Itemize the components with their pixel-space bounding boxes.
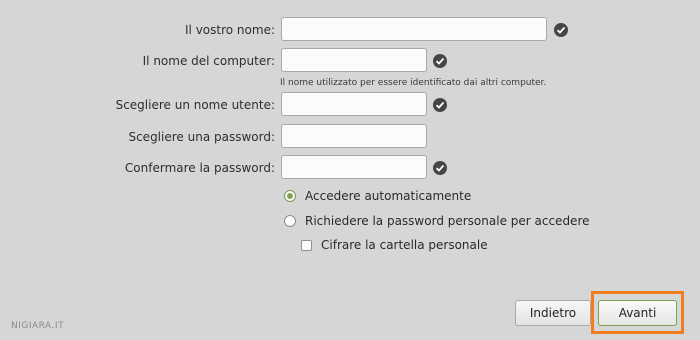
next-button-highlight <box>591 291 684 334</box>
require-password-radio[interactable] <box>284 215 296 227</box>
computer-name-hint: Il nome utilizzato per essere identifica… <box>280 78 547 88</box>
check-circle-icon <box>554 23 568 37</box>
confirm-label: Confermare la password: <box>124 161 275 175</box>
username-row: Scegliere un nome utente: <box>0 92 700 118</box>
encrypt-home-checkbox[interactable] <box>301 239 312 251</box>
confirm-row: Confermare la password: <box>0 155 700 181</box>
require-password-option[interactable]: Richiedere la password personale per acc… <box>284 211 590 231</box>
username-label: Scegliere un nome utente: <box>115 98 275 112</box>
name-input[interactable] <box>281 17 547 41</box>
confirm-password-input[interactable] <box>281 155 427 179</box>
auto-login-option[interactable]: Accedere automaticamente <box>284 186 471 206</box>
password-input[interactable] <box>281 124 427 148</box>
check-circle-icon <box>433 98 447 112</box>
encrypt-home-option[interactable]: Cifrare la cartella personale <box>301 235 488 255</box>
auto-login-label: Accedere automaticamente <box>305 189 472 203</box>
username-input[interactable] <box>281 92 427 116</box>
check-circle-icon <box>433 54 447 68</box>
check-circle-icon <box>433 161 447 175</box>
back-button[interactable]: Indietro <box>515 300 591 326</box>
password-row: Scegliere una password: <box>0 124 700 150</box>
watermark: NIGIARA.IT <box>11 321 65 331</box>
computer-row: Il nome del computer: <box>0 48 700 74</box>
name-row: Il vostro nome: <box>0 17 700 43</box>
computer-label: Il nome del computer: <box>142 54 275 68</box>
auto-login-radio[interactable] <box>284 190 296 202</box>
require-password-label: Richiedere la password personale per acc… <box>305 214 590 228</box>
password-label: Scegliere una password: <box>128 130 275 144</box>
name-label: Il vostro nome: <box>185 23 275 37</box>
computer-name-input[interactable] <box>281 48 427 72</box>
encrypt-home-label: Cifrare la cartella personale <box>321 238 488 252</box>
